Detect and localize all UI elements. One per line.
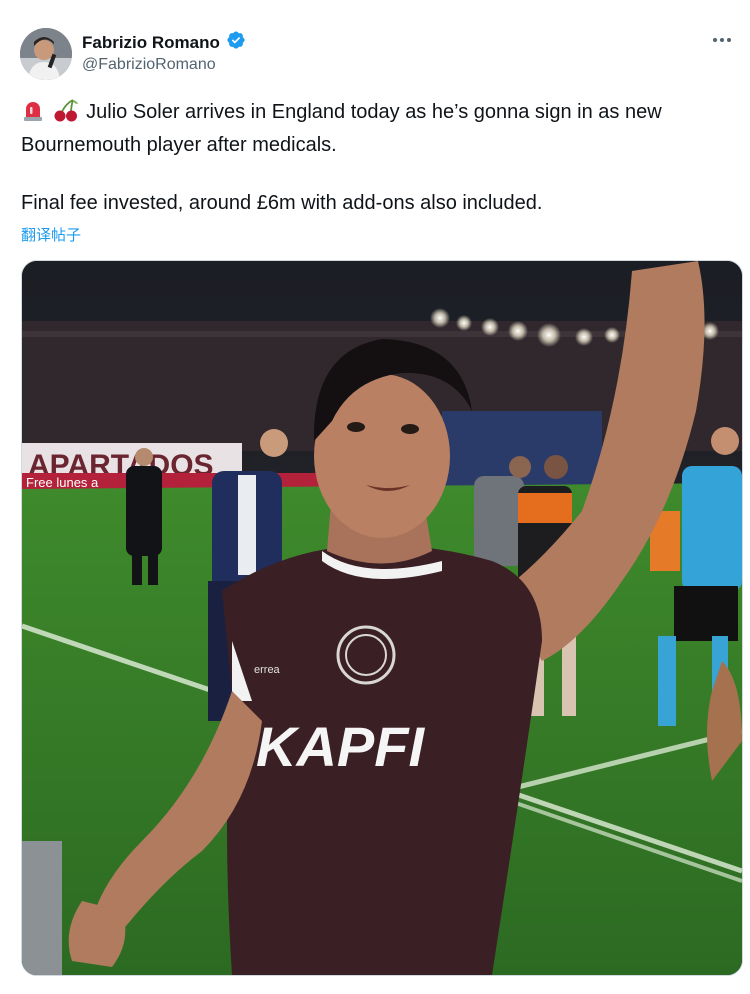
jersey-brand: errea bbox=[254, 664, 281, 676]
more-options-button[interactable] bbox=[704, 26, 740, 54]
banner-text-2: Free lunes a bbox=[26, 475, 99, 490]
verified-badge-icon bbox=[226, 30, 246, 55]
tweet-text: Julio Soler arrives in England today as … bbox=[21, 98, 733, 218]
tweet-line-2: Bournemouth player after medicals. bbox=[21, 134, 337, 156]
tweet-line-1: Julio Soler arrives in England today as … bbox=[21, 98, 733, 131]
siren-icon bbox=[21, 98, 45, 131]
tweet-card[interactable]: Fabrizio Romano @FabrizioRomano Julio So… bbox=[0, 0, 750, 994]
tweet-line-1-text: Julio Soler arrives in England today as … bbox=[86, 101, 662, 123]
tweet-photo[interactable]: APARTADOS Free lunes a KAPFI errea bbox=[21, 260, 743, 976]
tweet-line-3: Final fee invested, around £6m with add-… bbox=[21, 192, 543, 214]
avatar[interactable] bbox=[20, 28, 72, 80]
cherries-icon bbox=[53, 98, 79, 131]
author-handle[interactable]: @FabrizioRomano bbox=[82, 56, 216, 74]
more-dots-icon bbox=[713, 38, 731, 42]
author-name-row[interactable]: Fabrizio Romano bbox=[82, 30, 246, 55]
jersey-sponsor: KAPFI bbox=[256, 715, 425, 778]
translate-post-link[interactable]: 翻译帖子 bbox=[21, 224, 81, 245]
author-display-name[interactable]: Fabrizio Romano bbox=[82, 33, 220, 53]
